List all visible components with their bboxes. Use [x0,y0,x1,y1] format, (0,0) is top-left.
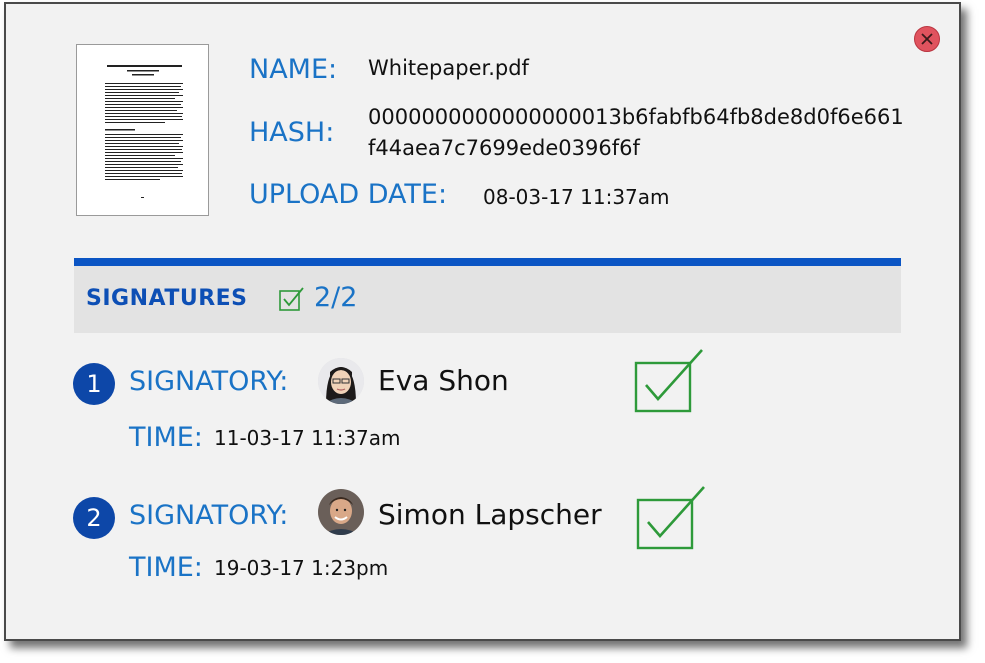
avatar [318,358,364,404]
name-label: NAME: [249,54,338,85]
signatures-title: SIGNATURES [86,286,248,311]
signatory-name: Eva Shon [378,364,509,397]
signatory-number-badge: 2 [73,497,115,539]
document-details-dialog: NAME: Whitepaper.pdf HASH: 0000000000000… [4,2,961,641]
hash-value-line-1: 0000000000000000013b6fabfb64fb8de8d0f6e6… [368,105,904,129]
hash-value-line-2: f44aea7c7699ede0396f6f [368,136,640,160]
checkbox-check-icon [636,486,705,550]
time-label: TIME: [129,552,203,583]
close-button[interactable] [914,26,940,52]
signature-time: 19-03-17 1:23pm [214,556,389,580]
checkbox-check-icon [634,349,703,413]
close-icon [921,33,933,45]
time-label: TIME: [129,422,203,453]
signatures-count: 2/2 [314,282,358,313]
file-name: Whitepaper.pdf [368,56,529,80]
upload-date-value: 08-03-17 11:37am [483,185,670,209]
signatures-header: SIGNATURES 2/2 [74,258,901,333]
document-thumbnail[interactable] [76,44,209,216]
signatory-number-badge: 1 [73,363,115,405]
signatory-name: Simon Lapscher [378,498,602,531]
signature-time: 11-03-17 11:37am [214,426,401,450]
upload-date-label: UPLOAD DATE: [249,179,448,210]
hash-label: HASH: [249,117,335,148]
signatory-label: SIGNATORY: [129,500,289,531]
avatar [318,489,364,535]
checkbox-check-icon [279,287,304,311]
signatory-label: SIGNATORY: [129,366,289,397]
